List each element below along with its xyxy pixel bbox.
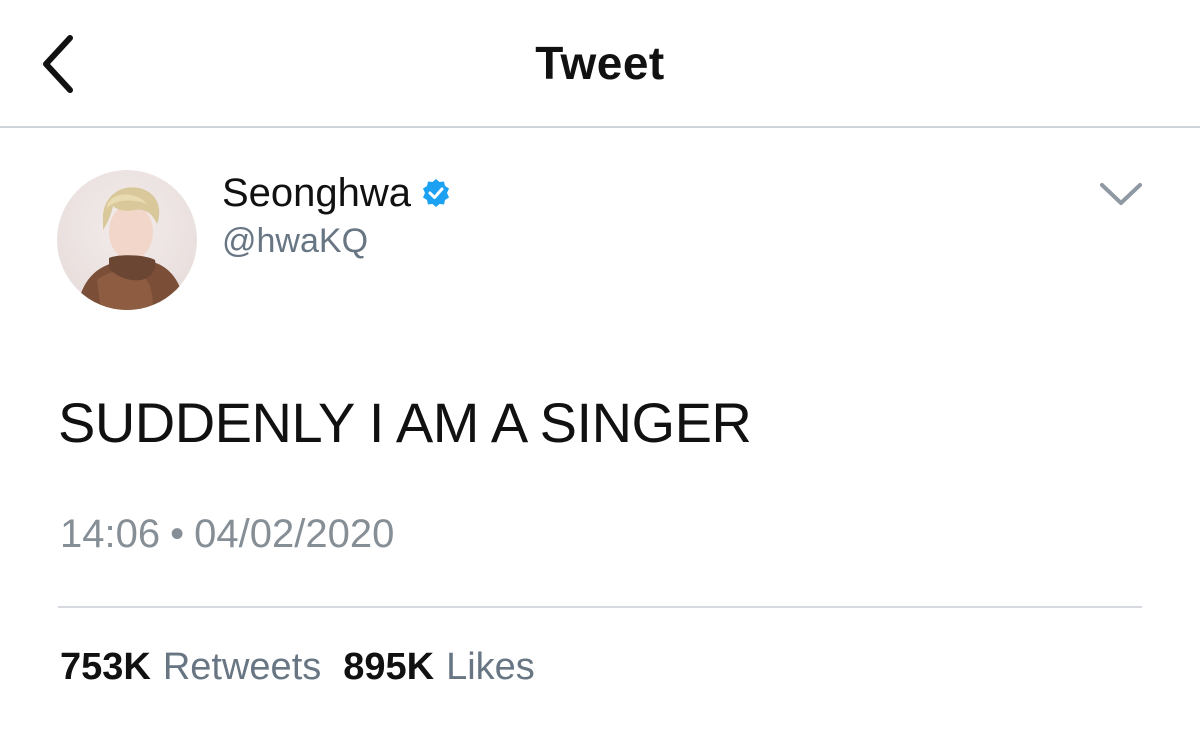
author-display-name[interactable]: Seonghwa [222, 171, 411, 216]
verified-badge-icon [421, 178, 451, 208]
tweet-timestamp: 14:06 • 04/02/2020 [60, 512, 394, 557]
author-handle[interactable]: @hwaKQ [222, 222, 368, 261]
page-title: Tweet [535, 37, 665, 89]
top-navigation-bar: Tweet [0, 0, 1200, 128]
divider [58, 606, 1142, 608]
avatar[interactable] [57, 170, 197, 310]
tweet-detail-screen: Tweet Seonghwa @hwaKQ SUDDENLY I AM A SI… [0, 0, 1200, 746]
tweet-date: 04/02/2020 [194, 512, 395, 556]
likes-count: 895K [343, 646, 435, 688]
retweets-stat[interactable]: 753K Retweets [60, 646, 321, 689]
tweet-body-text: SUDDENLY I AM A SINGER [58, 391, 752, 454]
retweets-count: 753K [60, 646, 151, 688]
author-name-row: Seonghwa [222, 168, 451, 218]
engagement-stats: 753K Retweets 895K Likes [60, 646, 535, 689]
retweets-label: Retweets [162, 646, 322, 688]
chevron-left-icon [43, 35, 73, 93]
chevron-down-icon [1100, 183, 1142, 205]
avatar-photo [57, 170, 197, 310]
tweet-options-button[interactable] [1096, 176, 1146, 212]
timestamp-separator: • [170, 512, 185, 556]
likes-label: Likes [446, 646, 535, 688]
tweet-time: 14:06 [60, 512, 161, 556]
back-button[interactable] [28, 28, 88, 100]
likes-stat[interactable]: 895K Likes [343, 646, 535, 689]
